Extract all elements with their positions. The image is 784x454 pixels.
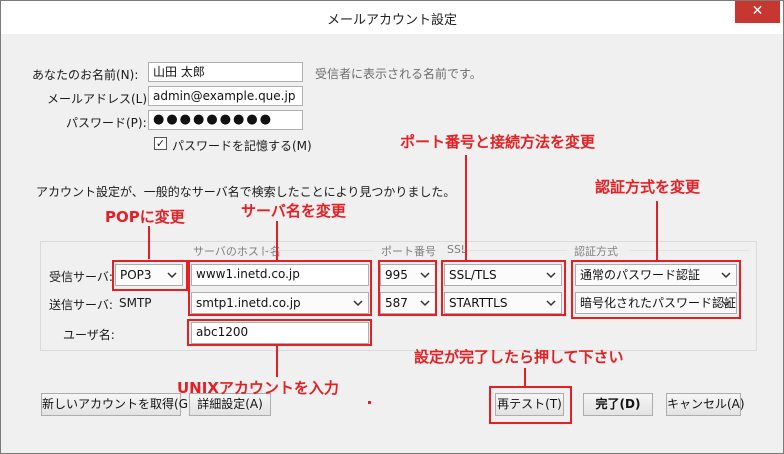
annotation-server-name-pointer xyxy=(276,221,278,261)
port-column-header: ポート番号 xyxy=(381,245,436,258)
remember-password-label: パスワードを記憶する(M) xyxy=(172,139,312,153)
incoming-server-label: 受信サーバ: xyxy=(49,270,113,284)
get-new-account-button[interactable]: 新しいアカウントを取得(G) xyxy=(41,393,193,416)
password-input[interactable]: ●●●●●●●●● xyxy=(148,110,303,130)
email-input[interactable]: admin@example.que.jp xyxy=(148,86,303,106)
highlight-retest-button xyxy=(489,386,572,424)
auth-header-rule xyxy=(629,250,749,251)
password-label: パスワード(P): xyxy=(66,116,147,130)
done-button[interactable]: 完了(D) xyxy=(583,393,653,416)
mail-account-dialog: メールアカウント設定 ✕ あなたのお名前(N): 山田 太郎 受信者に表示される… xyxy=(0,0,784,454)
ssl-header-rule xyxy=(462,250,567,251)
annotation-pop: POPに変更 xyxy=(105,208,185,226)
outgoing-protocol: SMTP xyxy=(119,296,152,310)
annotation-press: 設定が完了したら押して下さい xyxy=(414,348,624,366)
annotation-unix-pointer xyxy=(276,345,278,377)
annotation-auth: 認証方式を変更 xyxy=(595,178,701,196)
highlight-auth xyxy=(571,260,741,319)
host-column-header: サーバのホスト名 xyxy=(193,245,281,258)
name-label: あなたのお名前(N): xyxy=(32,68,139,82)
title-bar: メールアカウント設定 ✕ xyxy=(1,1,783,34)
auth-column-header: 認証方式 xyxy=(574,245,618,258)
annotation-unix: UNIXアカウントを入力 xyxy=(177,379,339,397)
highlight-ssl xyxy=(441,260,566,316)
info-text: アカウント設定が、一般的なサーバ名で検索したことにより見つかりました。 xyxy=(36,185,456,199)
annotation-auth-pointer xyxy=(656,201,658,261)
annotation-press-pointer xyxy=(524,368,526,387)
dialog-title: メールアカウント設定 xyxy=(326,13,457,28)
username-label: ユーザ名: xyxy=(63,328,115,342)
remember-password-checkbox[interactable]: ✓ xyxy=(154,137,167,150)
highlight-server-host xyxy=(188,260,372,316)
host-header-rule xyxy=(263,250,373,251)
name-input[interactable]: 山田 太郎 xyxy=(148,62,303,82)
name-hint: 受信者に表示される名前です。 xyxy=(315,67,482,81)
annotation-port-method: ポート番号と接続方法を変更 xyxy=(400,133,596,151)
close-button[interactable]: ✕ xyxy=(735,1,780,23)
highlight-username xyxy=(187,319,372,346)
dialog-body: あなたのお名前(N): 山田 太郎 受信者に表示される名前です。 メールアドレス… xyxy=(9,34,776,447)
cancel-button[interactable]: キャンセル(A) xyxy=(666,393,745,416)
highlight-protocol xyxy=(112,260,188,291)
annotation-server-name: サーバ名を変更 xyxy=(241,202,346,220)
outgoing-server-label: 送信サーバ: xyxy=(49,298,113,312)
email-label: メールアドレス(L): xyxy=(47,92,152,106)
annotation-pop-pointer xyxy=(148,226,150,259)
annotation-port-method-pointer xyxy=(465,155,467,261)
highlight-port xyxy=(378,260,437,316)
annotation-dot xyxy=(368,401,371,404)
